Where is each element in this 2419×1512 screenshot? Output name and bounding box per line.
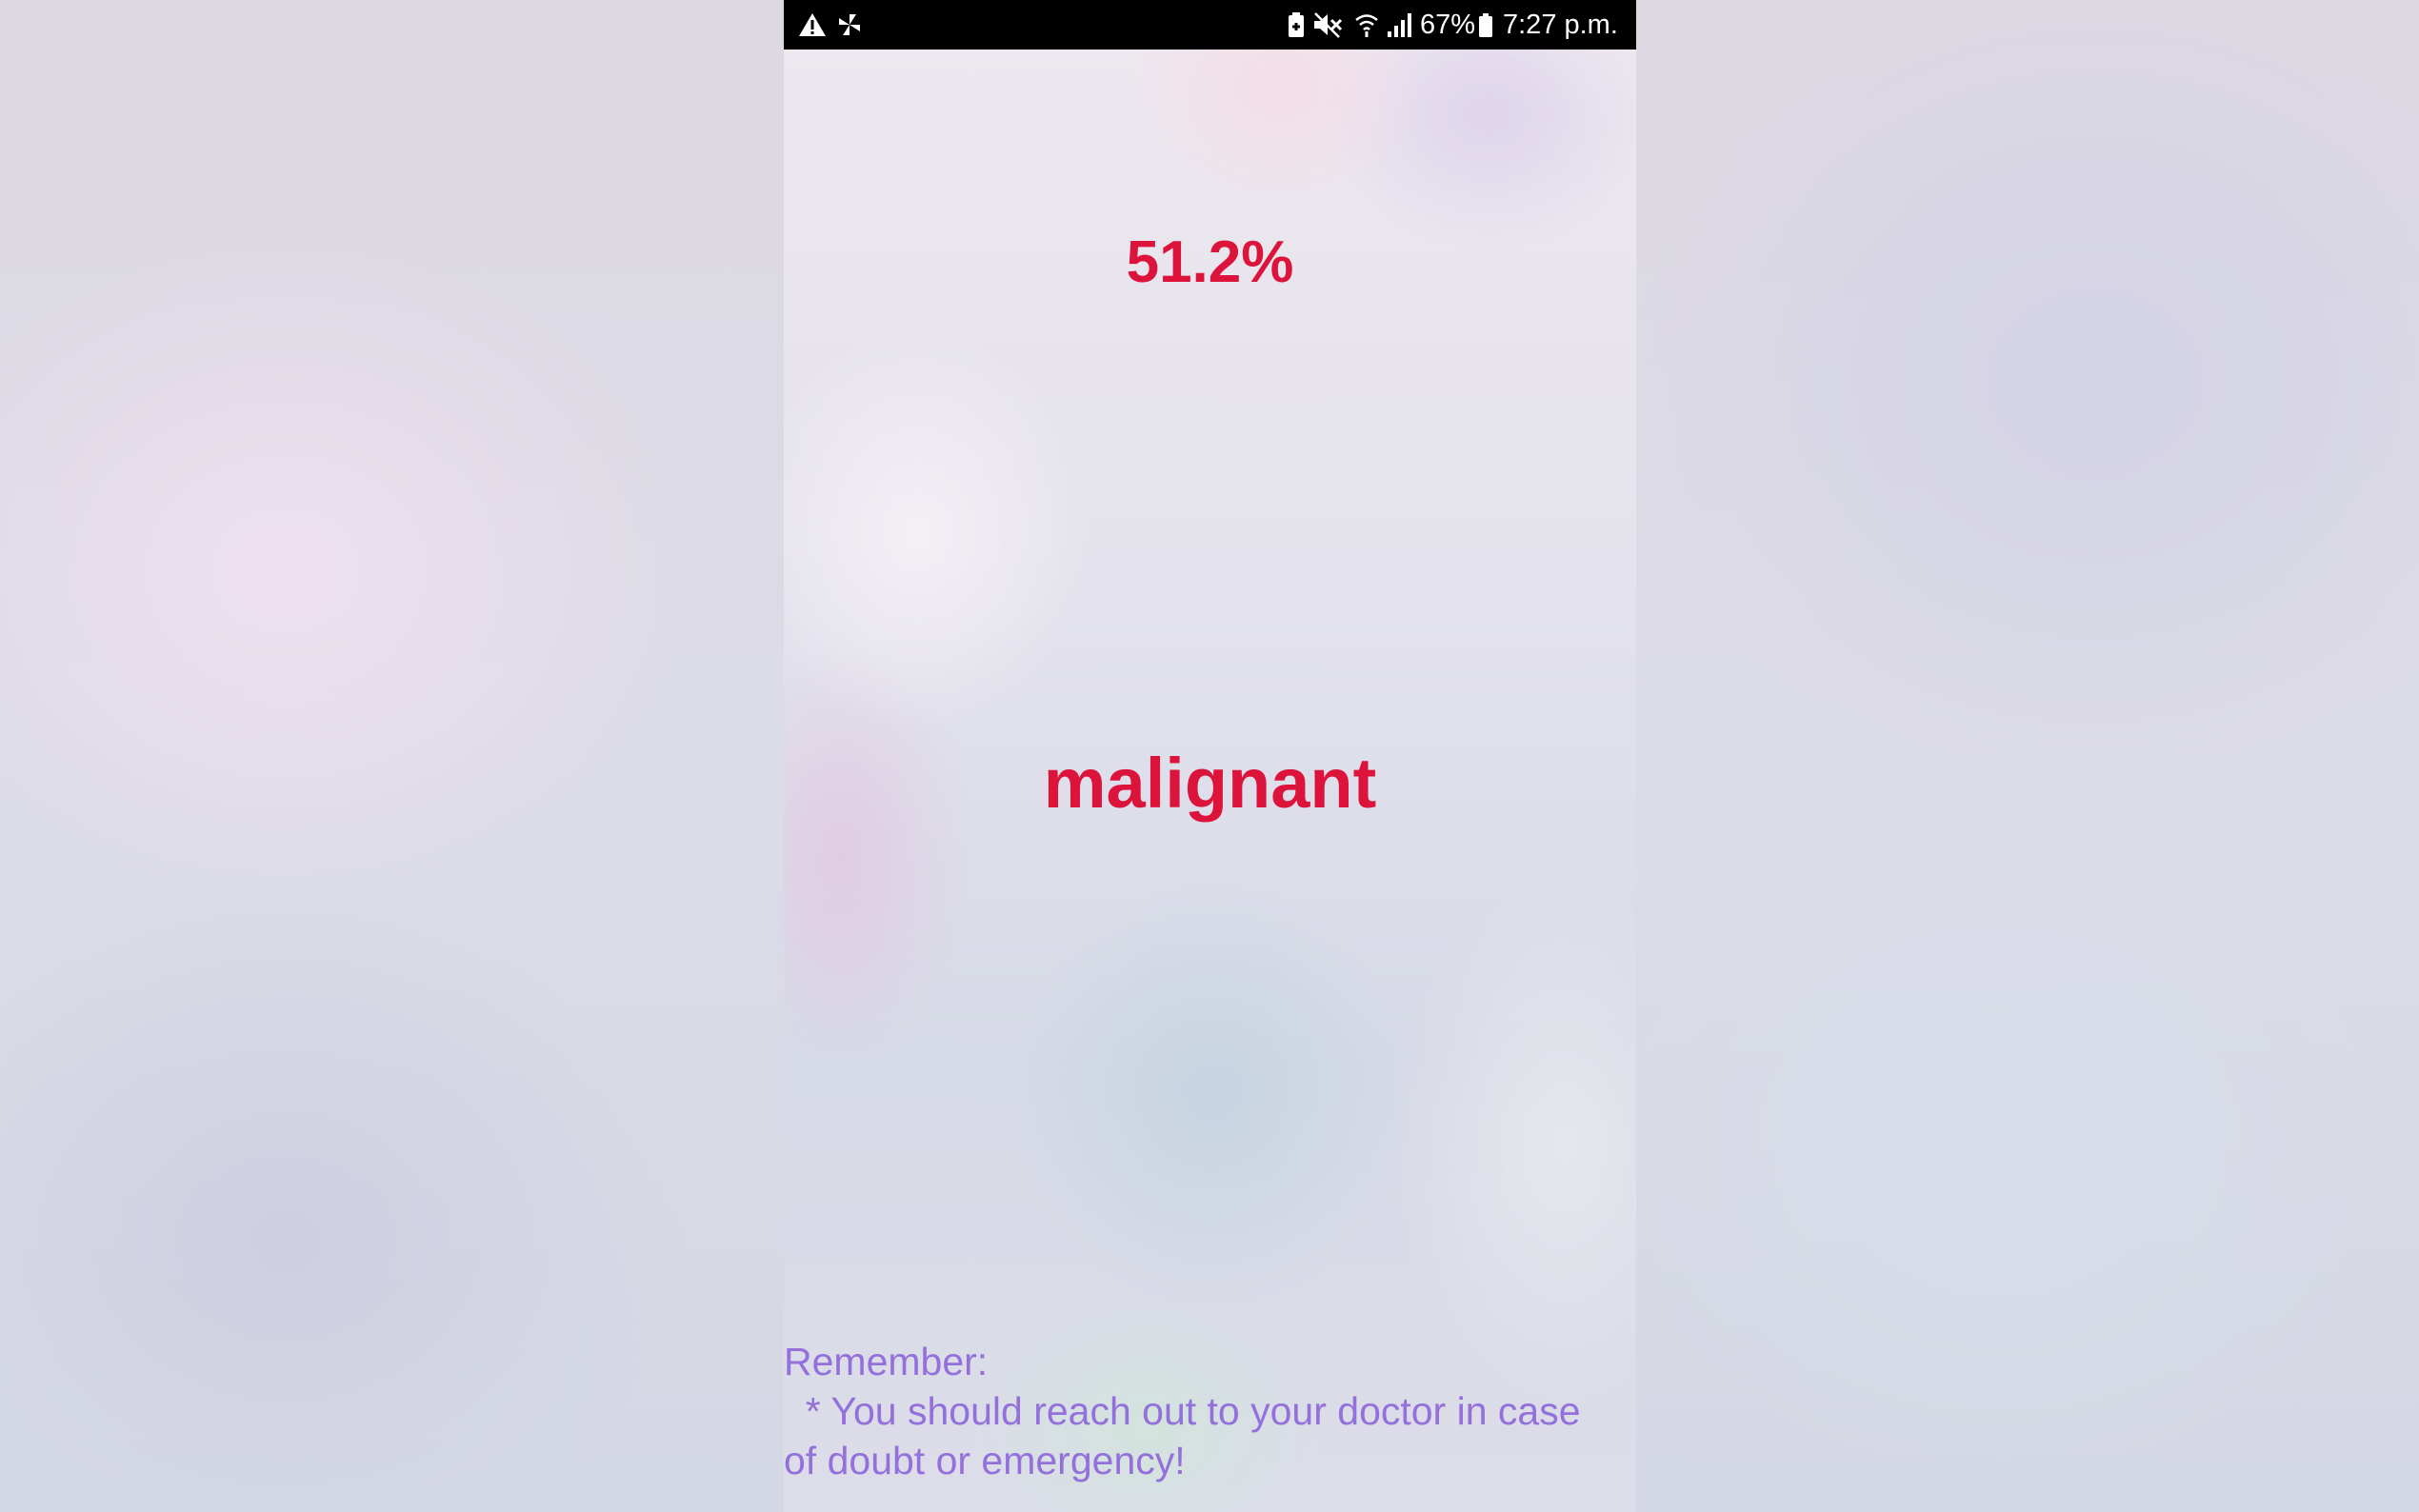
phone-screen: 67% 7:27 p.m. 51.2% malignant Remember: …	[784, 0, 1636, 1512]
wifi-icon	[1352, 10, 1381, 40]
battery-saver-icon	[1284, 10, 1309, 40]
status-time: 7:27 p.m.	[1503, 10, 1618, 40]
battery-icon	[1475, 10, 1496, 40]
mute-icon	[1311, 10, 1344, 40]
probability-value: 51.2%	[1126, 229, 1294, 295]
screen-background: 67% 7:27 p.m. 51.2% malignant Remember: …	[0, 0, 2419, 1512]
reminder-text: * You should reach out to your doctor in…	[784, 1389, 1591, 1482]
diagnosis-label: malignant	[1043, 744, 1377, 823]
warning-icon	[797, 10, 828, 40]
reminder-heading: Remember:	[784, 1340, 989, 1383]
pinwheel-icon	[834, 10, 865, 40]
reminder-note: Remember: * You should reach out to your…	[784, 1337, 1622, 1485]
battery-percentage: 67%	[1420, 10, 1476, 40]
signal-icon	[1384, 10, 1416, 40]
status-bar: 67% 7:27 p.m.	[784, 0, 1636, 50]
